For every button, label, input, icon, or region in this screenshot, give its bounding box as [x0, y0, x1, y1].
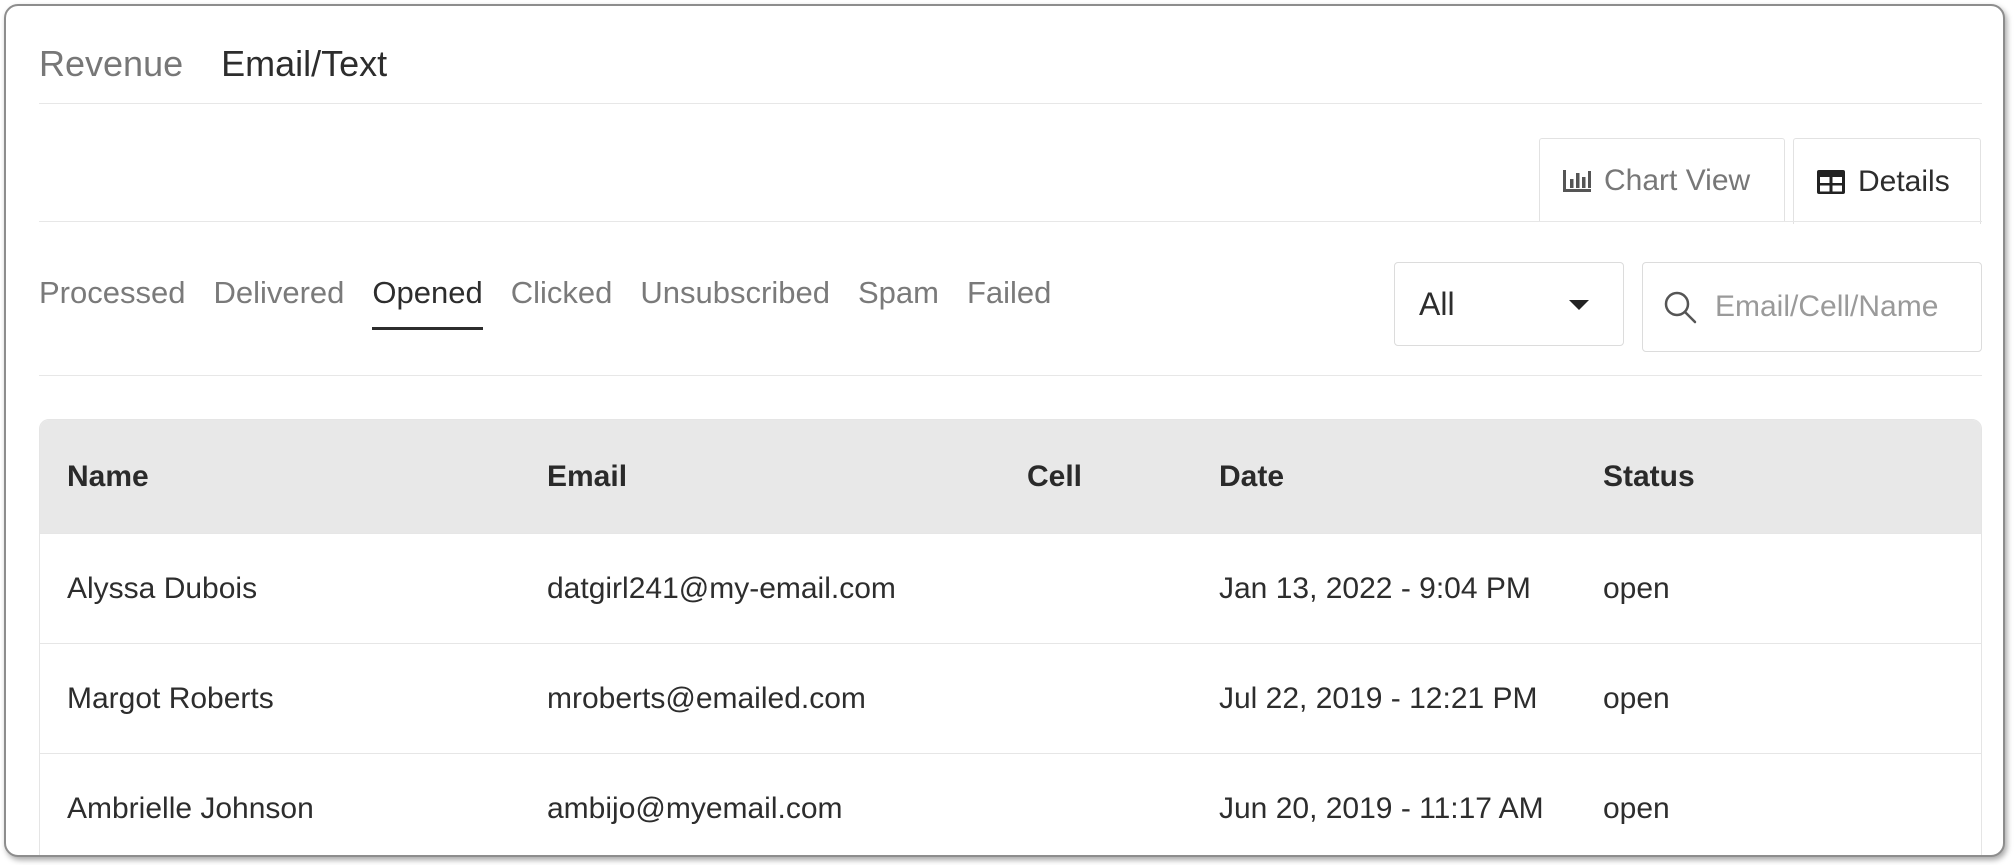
cell-status: open	[1603, 791, 1670, 825]
bar-chart-icon	[1563, 169, 1591, 192]
tab-unsubscribed[interactable]: Unsubscribed	[640, 268, 830, 330]
divider	[39, 221, 1982, 222]
divider	[39, 375, 1982, 376]
report-panel: Revenue Email/Text Chart View Details Pr…	[4, 4, 2005, 857]
tab-processed[interactable]: Processed	[39, 268, 185, 330]
status-tabs: Processed Delivered Opened Clicked Unsub…	[39, 268, 1051, 330]
chart-view-label: Chart View	[1604, 163, 1751, 197]
table-header: Name Email Cell Date Status	[40, 420, 1981, 533]
tab-revenue[interactable]: Revenue	[39, 34, 183, 94]
table-row[interactable]: Alyssa Dubois datgirl241@my-email.com Ja…	[40, 533, 1981, 643]
column-header-date[interactable]: Date	[1192, 460, 1576, 494]
table-grid-icon	[1817, 169, 1845, 194]
details-table: Name Email Cell Date Status Alyssa Duboi…	[39, 419, 1982, 855]
cell-email: ambijo@myemail.com	[547, 791, 843, 825]
top-tabs: Revenue Email/Text	[39, 34, 387, 94]
table-row[interactable]: Margot Roberts mroberts@emailed.com Jul …	[40, 643, 1981, 753]
cell-date: Jun 20, 2019 - 11:17 AM	[1219, 791, 1544, 825]
search-input[interactable]	[1715, 290, 1965, 324]
tab-delivered[interactable]: Delivered	[213, 268, 344, 330]
tab-opened[interactable]: Opened	[372, 268, 484, 330]
column-header-status[interactable]: Status	[1576, 460, 1981, 494]
filter-dropdown[interactable]: All	[1394, 262, 1624, 346]
column-header-name[interactable]: Name	[40, 460, 520, 494]
column-header-cell[interactable]: Cell	[1000, 460, 1192, 494]
details-label: Details	[1858, 164, 1950, 198]
details-tab[interactable]: Details	[1793, 138, 1981, 224]
chart-view-tab[interactable]: Chart View	[1539, 138, 1785, 222]
cell-email: datgirl241@my-email.com	[547, 571, 896, 605]
cell-status: open	[1603, 571, 1670, 605]
cell-name: Ambrielle Johnson	[67, 791, 314, 825]
search-box[interactable]	[1642, 262, 1982, 352]
cell-date: Jul 22, 2019 - 12:21 PM	[1219, 681, 1538, 715]
table-row[interactable]: Ambrielle Johnson ambijo@myemail.com Jun…	[40, 753, 1981, 855]
cell-name: Margot Roberts	[67, 681, 274, 715]
tab-failed[interactable]: Failed	[967, 268, 1051, 330]
divider	[39, 103, 1982, 104]
view-tabs: Chart View Details	[1539, 138, 1981, 224]
caret-down-icon	[1569, 300, 1589, 310]
tab-email-text[interactable]: Email/Text	[221, 34, 387, 94]
column-header-email[interactable]: Email	[520, 460, 1000, 494]
tab-clicked[interactable]: Clicked	[511, 268, 613, 330]
cell-date: Jan 13, 2022 - 9:04 PM	[1219, 571, 1531, 605]
cell-status: open	[1603, 681, 1670, 715]
cell-email: mroberts@emailed.com	[547, 681, 866, 715]
cell-name: Alyssa Dubois	[67, 571, 258, 605]
filter-selected-value: All	[1419, 285, 1455, 322]
tab-spam[interactable]: Spam	[858, 268, 939, 330]
search-icon	[1664, 291, 1697, 324]
